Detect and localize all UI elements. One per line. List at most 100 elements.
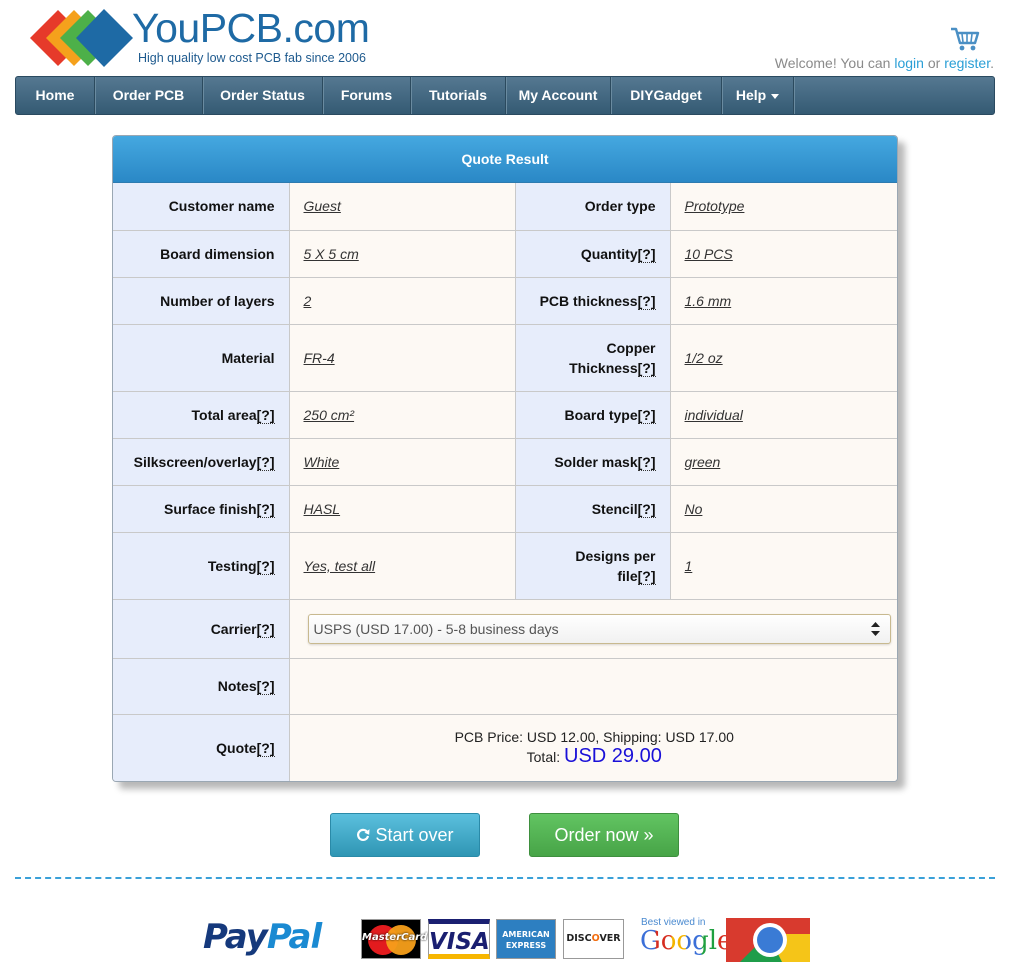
help-link[interactable]: [?]	[637, 453, 656, 471]
amex-text-1: AMERICAN	[502, 930, 550, 939]
quote-result-table: Customer name Guest Order type Prototype…	[113, 183, 897, 781]
start-over-button[interactable]: Start over	[330, 813, 480, 857]
pcb-thickness-label: PCB thickness[?]	[515, 277, 671, 325]
label-text: Material	[221, 349, 275, 366]
value-text: individual	[684, 406, 743, 423]
caret-down-icon	[771, 93, 780, 99]
table-row: Customer name Guest Order type Prototype	[113, 183, 897, 231]
youpcb-logo[interactable]: YouPCB.com High quality low cost PCB fab…	[30, 4, 390, 70]
start-over-label: Start over	[375, 825, 454, 845]
carrier-cell: USPS (USD 17.00) - 5-8 business days	[289, 599, 897, 659]
stencil-value: No	[670, 485, 897, 533]
nav-my-account[interactable]: My Account	[506, 77, 611, 114]
discover-text-2: VER	[599, 933, 621, 944]
amex-logo: AMERICAN EXPRESS	[496, 919, 556, 959]
label-text: Testing	[207, 557, 257, 574]
help-link[interactable]: [?]	[256, 678, 275, 695]
label-text: Stencil	[591, 500, 638, 517]
label-text: Board dimension	[160, 245, 275, 262]
site-name-domain: .com	[282, 5, 370, 51]
value-text: White	[303, 453, 340, 470]
help-link[interactable]: [?]	[637, 245, 656, 263]
nav-home[interactable]: Home	[16, 77, 95, 114]
value-text: Yes, test all	[303, 557, 376, 574]
carrier-label: Carrier[?]	[113, 599, 290, 659]
table-row: Total area[?] 250 cm² Board type[?] indi…	[113, 391, 897, 439]
help-link[interactable]: [?]	[256, 453, 275, 471]
mastercard-text: MasterCard	[362, 932, 428, 943]
quote-result-title: Quote Result	[113, 136, 897, 183]
table-row: Board dimension 5 X 5 cm Quantity[?] 10 …	[113, 230, 897, 278]
amex-text-2: EXPRESS	[505, 941, 547, 950]
value-text: 1/2 oz	[684, 349, 723, 366]
value-text: 10 PCS	[684, 245, 733, 262]
label-text: Notes	[217, 678, 257, 694]
divider	[15, 877, 995, 879]
value-text: 250 cm²	[303, 406, 355, 423]
silkscreen-value: White	[289, 438, 516, 486]
nav-diygadget[interactable]: DIYGadget	[611, 77, 722, 114]
label-text: Surface finish	[164, 500, 257, 517]
nav-help[interactable]: Help	[722, 77, 794, 114]
label-text: Total area	[191, 406, 257, 423]
silkscreen-label: Silkscreen/overlay[?]	[113, 438, 290, 486]
designs-per-file-value: 1	[670, 532, 897, 600]
carrier-select[interactable]: USPS (USD 17.00) - 5-8 business days	[307, 613, 891, 644]
help-link[interactable]: [?]	[256, 406, 275, 424]
help-link[interactable]: [?]	[637, 359, 656, 377]
nav-tutorials[interactable]: Tutorials	[411, 77, 506, 114]
login-link[interactable]: login	[894, 55, 924, 71]
help-link[interactable]: [?]	[256, 557, 275, 575]
quantity-value: 10 PCS	[670, 230, 897, 278]
table-row: Quote[?] PCB Price: USD 12.00, Shipping:…	[113, 714, 897, 781]
mastercard-logo: MasterCard	[361, 919, 428, 959]
price-breakdown: PCB Price: USD 12.00, Shipping: USD 17.0…	[454, 728, 734, 745]
table-row: Number of layers 2 PCB thickness[?] 1.6 …	[113, 277, 897, 325]
board-type-label: Board type[?]	[515, 391, 671, 439]
notes-label: Notes[?]	[113, 658, 290, 715]
paypal-text-pay: Pay	[203, 917, 268, 957]
help-link[interactable]: [?]	[256, 740, 275, 758]
solder-mask-label: Solder mask[?]	[515, 438, 671, 486]
value-text: FR-4	[303, 349, 335, 366]
copper-thickness-label: Copper Thickness[?]	[515, 324, 671, 392]
help-link[interactable]: [?]	[637, 292, 656, 310]
table-row: Notes[?]	[113, 658, 897, 715]
label-text: Quantity	[580, 245, 638, 262]
label-text: PCB thickness	[539, 292, 638, 309]
nav-help-label: Help	[735, 87, 767, 103]
testing-value: Yes, test all	[289, 532, 516, 600]
select-arrows-icon	[870, 621, 880, 636]
notes-value	[289, 658, 897, 715]
google-logo: Google	[640, 926, 732, 956]
chrome-logo-icon	[726, 918, 810, 962]
table-row: Testing[?] Yes, test all Designs per file…	[113, 532, 897, 600]
help-link[interactable]: [?]	[637, 567, 656, 585]
shopping-cart-icon[interactable]	[950, 26, 980, 52]
nav-order-pcb[interactable]: Order PCB	[95, 77, 203, 114]
designs-per-file-label: Designs per file[?]	[515, 532, 671, 600]
carrier-selected-value: USPS (USD 17.00) - 5-8 business days	[313, 620, 559, 637]
value-text: Prototype	[684, 198, 745, 215]
value-text: 1	[684, 557, 693, 574]
value-text: 2	[303, 292, 312, 309]
order-now-button[interactable]: Order now »	[529, 813, 679, 857]
paypal-logo: PayPal	[203, 917, 322, 957]
nav-forums[interactable]: Forums	[323, 77, 411, 114]
help-link[interactable]: [?]	[637, 406, 656, 424]
register-link[interactable]: register	[944, 55, 990, 71]
nav-order-status[interactable]: Order Status	[203, 77, 323, 114]
board-type-value: individual	[670, 391, 897, 439]
help-link[interactable]: [?]	[256, 620, 275, 638]
help-link[interactable]: [?]	[637, 500, 656, 518]
quote-result-panel: Quote Result Customer name Guest Order t…	[112, 135, 898, 782]
stencil-label: Stencil[?]	[515, 485, 671, 533]
value-text: No	[684, 500, 703, 517]
help-link[interactable]: [?]	[256, 500, 275, 518]
label-text: Board type	[564, 406, 638, 423]
total-area-label: Total area[?]	[113, 391, 290, 439]
label-text: Thickness	[569, 359, 638, 376]
site-tagline: High quality low cost PCB fab since 2006	[138, 51, 366, 65]
welcome-text: Welcome! You can	[774, 55, 895, 71]
google-text: Google	[640, 926, 733, 956]
